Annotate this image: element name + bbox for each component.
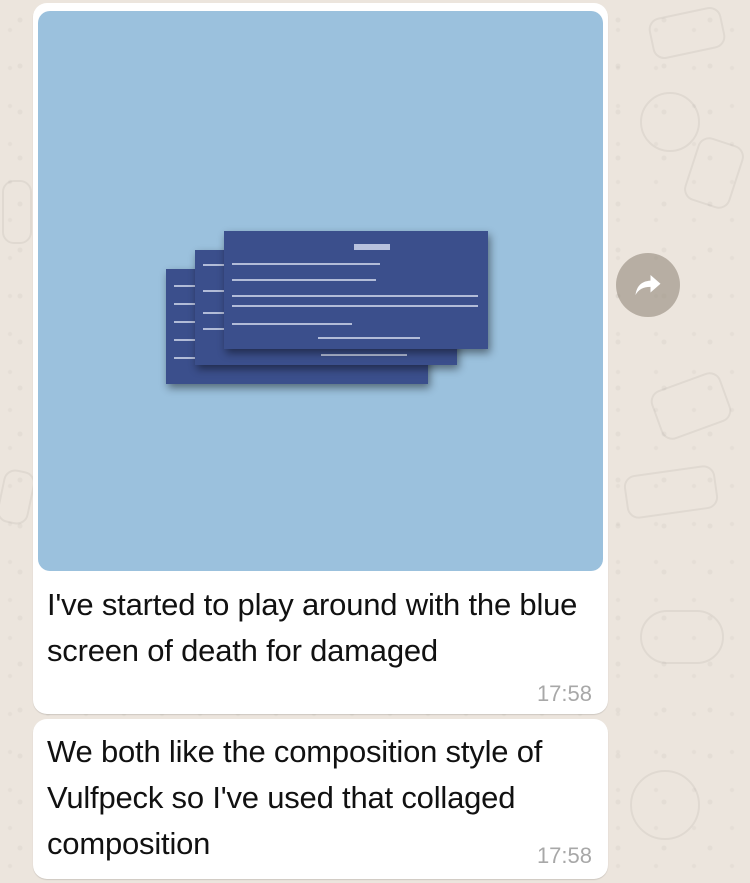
message-timestamp: 17:58: [536, 681, 592, 706]
wallpaper-doodle: [2, 180, 32, 244]
wallpaper-doodle: [647, 368, 735, 444]
text-message-bubble[interactable]: We both like the composition style of Vu…: [33, 719, 608, 879]
wallpaper-doodle: [680, 134, 748, 212]
forward-arrow-icon: [635, 275, 661, 295]
wallpaper-doodle: [646, 4, 728, 62]
bsod-screen: [224, 231, 488, 349]
bsod-title-tag: [354, 244, 390, 250]
forward-button[interactable]: [616, 253, 680, 317]
bsod-collage: [166, 229, 496, 389]
message-text: I've started to play around with the blu…: [47, 587, 578, 668]
message-photo[interactable]: [38, 11, 603, 571]
image-message-bubble[interactable]: I've started to play around with the blu…: [33, 3, 608, 714]
wallpaper-doodle: [0, 467, 38, 527]
wallpaper-doodle: [640, 92, 700, 152]
wallpaper-doodle: [640, 610, 724, 664]
wallpaper-doodle: [622, 463, 720, 521]
message-text: We both like the composition style of Vu…: [47, 734, 543, 861]
message-timestamp: 17:58: [536, 843, 592, 868]
wallpaper-doodle: [630, 770, 700, 840]
